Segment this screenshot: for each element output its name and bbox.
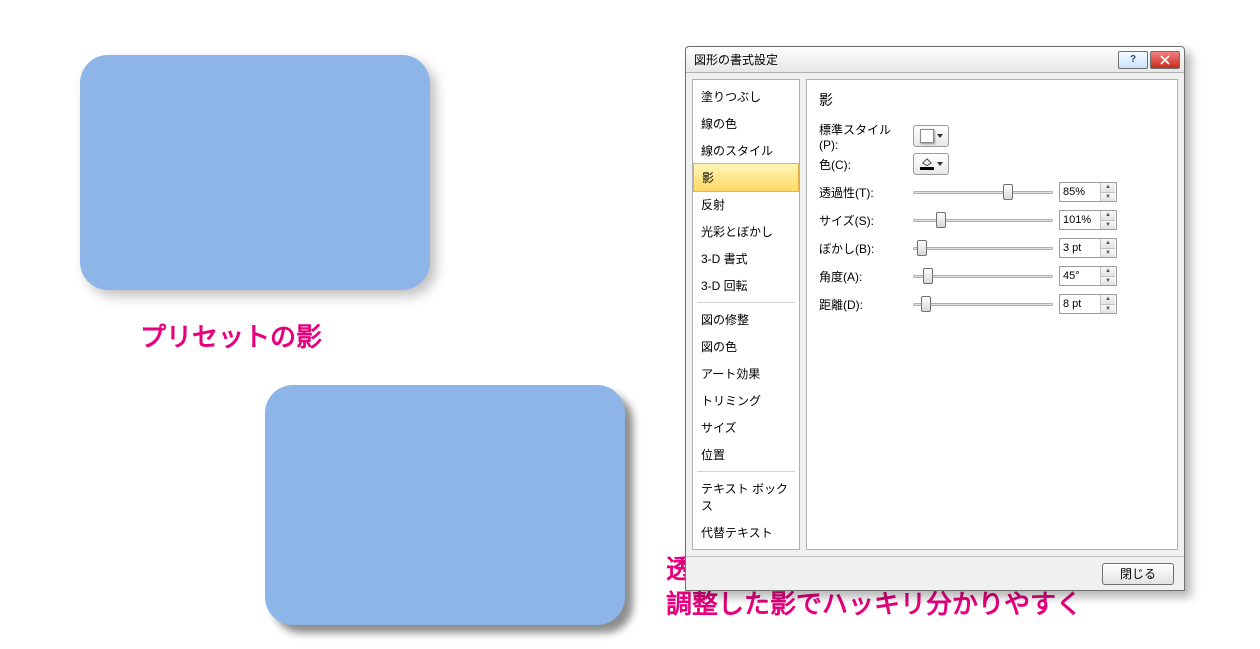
help-icon: ?	[1130, 54, 1136, 65]
param-label: 透過性(T):	[819, 184, 907, 201]
spin-up-button[interactable]: ▲	[1101, 211, 1115, 221]
param-spinner[interactable]: ▲▼	[1059, 266, 1117, 286]
param-slider[interactable]	[913, 266, 1053, 286]
param-spinner[interactable]: ▲▼	[1059, 182, 1117, 202]
param-row-1: サイズ(S): ▲▼	[819, 206, 1165, 234]
slider-thumb[interactable]	[921, 296, 931, 312]
nav-item-9[interactable]: 図の色	[693, 333, 799, 360]
nav-item-12[interactable]: サイズ	[693, 414, 799, 441]
close-icon	[1160, 55, 1170, 65]
spin-down-button[interactable]: ▼	[1101, 221, 1115, 230]
param-spinner[interactable]: ▲▼	[1059, 294, 1117, 314]
spin-up-button[interactable]: ▲	[1101, 267, 1115, 277]
nav-item-6[interactable]: 3-D 書式	[693, 245, 799, 272]
param-label: ぼかし(B):	[819, 240, 907, 257]
nav-separator	[697, 471, 795, 472]
example-shape-preset	[80, 55, 430, 290]
param-spinner[interactable]: ▲▼	[1059, 210, 1117, 230]
color-dropdown[interactable]	[913, 153, 949, 175]
param-row-3: 角度(A): ▲▼	[819, 262, 1165, 290]
param-label: 距離(D):	[819, 296, 907, 313]
spin-down-button[interactable]: ▼	[1101, 305, 1115, 314]
nav-item-7[interactable]: 3-D 回転	[693, 272, 799, 299]
caption-preset: プリセットの影	[140, 320, 322, 355]
slider-thumb[interactable]	[923, 268, 933, 284]
shadow-panel: 影 標準スタイル(P): 色(C):	[806, 79, 1178, 550]
spin-buttons: ▲▼	[1100, 211, 1115, 229]
spin-up-button[interactable]: ▲	[1101, 239, 1115, 249]
spin-down-button[interactable]: ▼	[1101, 249, 1115, 258]
spin-down-button[interactable]: ▼	[1101, 277, 1115, 286]
preset-style-dropdown[interactable]	[913, 125, 949, 147]
spin-buttons: ▲▼	[1100, 295, 1115, 313]
slider-track	[913, 247, 1053, 250]
param-row-0: 透過性(T): ▲▼	[819, 178, 1165, 206]
nav-item-0[interactable]: 塗りつぶし	[693, 83, 799, 110]
spin-up-button[interactable]: ▲	[1101, 295, 1115, 305]
nav-item-1[interactable]: 線の色	[693, 110, 799, 137]
dialog-footer: 閉じる	[686, 556, 1184, 590]
param-slider[interactable]	[913, 238, 1053, 258]
param-value-input[interactable]	[1060, 183, 1100, 201]
dialog-titlebar: 図形の書式設定 ?	[686, 47, 1184, 73]
paint-bucket-icon	[920, 158, 934, 170]
nav-item-4[interactable]: 反射	[693, 191, 799, 218]
spin-down-button[interactable]: ▼	[1101, 193, 1115, 202]
preset-swatch-icon	[920, 129, 934, 143]
slider-track	[913, 275, 1053, 278]
slider-track	[913, 219, 1053, 222]
nav-separator	[697, 302, 795, 303]
param-row-2: ぼかし(B): ▲▼	[819, 234, 1165, 262]
param-value-input[interactable]	[1060, 211, 1100, 229]
param-row-4: 距離(D): ▲▼	[819, 290, 1165, 318]
spin-buttons: ▲▼	[1100, 267, 1115, 285]
category-list: 塗りつぶし線の色線のスタイル影反射光彩とぼかし3-D 書式3-D 回転図の修整図…	[692, 79, 800, 550]
param-slider[interactable]	[913, 294, 1053, 314]
slider-track	[913, 191, 1053, 194]
param-slider[interactable]	[913, 210, 1053, 230]
spin-buttons: ▲▼	[1100, 183, 1115, 201]
param-label: 角度(A):	[819, 268, 907, 285]
dialog-title: 図形の書式設定	[694, 51, 1116, 68]
window-close-button[interactable]	[1150, 51, 1180, 69]
param-spinner[interactable]: ▲▼	[1059, 238, 1117, 258]
nav-item-11[interactable]: トリミング	[693, 387, 799, 414]
close-button-label: 閉じる	[1120, 565, 1156, 582]
help-button[interactable]: ?	[1118, 51, 1148, 69]
nav-item-13[interactable]: 位置	[693, 441, 799, 468]
nav-item-2[interactable]: 線のスタイル	[693, 137, 799, 164]
nav-item-5[interactable]: 光彩とぼかし	[693, 218, 799, 245]
nav-item-10[interactable]: アート効果	[693, 360, 799, 387]
param-slider[interactable]	[913, 182, 1053, 202]
nav-item-15[interactable]: 代替テキスト	[693, 519, 799, 546]
slider-thumb[interactable]	[1003, 184, 1013, 200]
preset-style-label: 標準スタイル(P):	[819, 121, 907, 152]
param-value-input[interactable]	[1060, 239, 1100, 257]
nav-item-8[interactable]: 図の修整	[693, 306, 799, 333]
format-shape-dialog: 図形の書式設定 ? 塗りつぶし線の色線のスタイル影反射光彩とぼかし3-D 書式3…	[685, 46, 1185, 591]
spin-buttons: ▲▼	[1100, 239, 1115, 257]
example-shape-adjusted	[265, 385, 625, 625]
param-value-input[interactable]	[1060, 267, 1100, 285]
param-value-input[interactable]	[1060, 295, 1100, 313]
spin-up-button[interactable]: ▲	[1101, 183, 1115, 193]
chevron-down-icon	[937, 162, 943, 166]
nav-item-3[interactable]: 影	[693, 163, 799, 192]
color-label: 色(C):	[819, 156, 907, 173]
panel-title: 影	[819, 90, 1165, 110]
close-button[interactable]: 閉じる	[1102, 563, 1174, 585]
param-label: サイズ(S):	[819, 212, 907, 229]
nav-item-14[interactable]: テキスト ボックス	[693, 475, 799, 519]
slider-track	[913, 303, 1053, 306]
slider-thumb[interactable]	[917, 240, 927, 256]
chevron-down-icon	[937, 134, 943, 138]
slider-thumb[interactable]	[936, 212, 946, 228]
